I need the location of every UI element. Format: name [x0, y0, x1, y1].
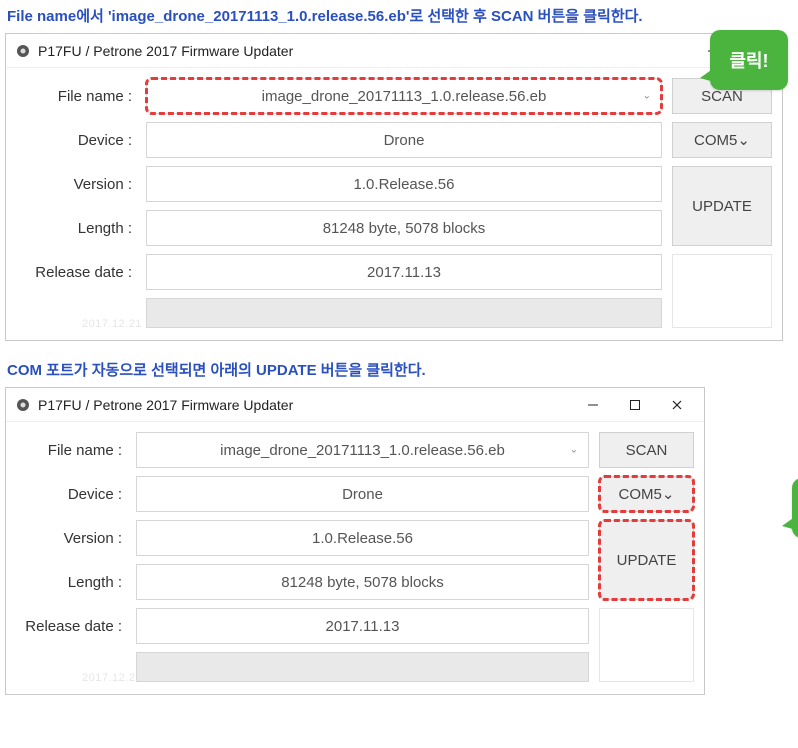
label-release-date: Release date : [16, 608, 126, 644]
instruction-text-2: COM 포트가 자동으로 선택되면 아래의 UPDATE 버튼을 클릭한다. [7, 359, 793, 380]
window-title: P17FU / Petrone 2017 Firmware Updater [38, 43, 692, 59]
label-version: Version : [16, 166, 136, 202]
firmware-updater-window-2: P17FU / Petrone 2017 Firmware Updater Fi… [5, 387, 705, 695]
row-release-progress: Release date : 2017.11.13 [16, 254, 772, 328]
click-callout: 클릭! [792, 478, 798, 538]
instruction-text-1: File name에서 'image_drone_20171113_1.0.re… [7, 5, 793, 26]
progress-bar [136, 652, 589, 682]
window-title: P17FU / Petrone 2017 Firmware Updater [38, 397, 572, 413]
device-value: Drone [342, 486, 383, 503]
row-version-length: Version : Length : 1.0.Release.56 81248 … [16, 520, 694, 600]
firmware-updater-window-1: P17FU / Petrone 2017 Firmware Updater Fi… [5, 33, 783, 341]
row-version-length: Version : Length : 1.0.Release.56 81248 … [16, 166, 772, 246]
device-field: Drone [136, 476, 589, 512]
chevron-down-icon: ⌄ [643, 91, 651, 102]
scan-button[interactable]: SCAN [599, 432, 694, 468]
release-date-value: 2017.11.13 [326, 618, 400, 635]
label-device: Device : [16, 486, 126, 503]
side-blank-panel [599, 608, 694, 682]
build-date-watermark: 2017.12.21 [82, 672, 142, 684]
label-release-date: Release date : [16, 254, 136, 290]
close-icon [671, 399, 683, 411]
window-controls [572, 391, 698, 419]
build-date-watermark: 2017.12.21 [82, 318, 142, 330]
device-value: Drone [384, 132, 425, 149]
release-date-value: 2017.11.13 [367, 264, 441, 281]
version-field: 1.0.Release.56 [136, 520, 589, 556]
label-version: Version : [16, 520, 126, 556]
titlebar: P17FU / Petrone 2017 Firmware Updater [6, 34, 782, 68]
chevron-down-icon: ⌄ [662, 485, 675, 503]
com-port-dropdown[interactable]: COM5 ⌄ [599, 476, 694, 512]
file-name-value: image_drone_20171113_1.0.release.56.eb [220, 442, 505, 459]
version-field: 1.0.Release.56 [146, 166, 662, 202]
row-file-name: File name : image_drone_20171113_1.0.rel… [16, 78, 772, 114]
file-name-value: image_drone_20171113_1.0.release.56.eb [262, 88, 547, 105]
titlebar: P17FU / Petrone 2017 Firmware Updater [6, 388, 704, 422]
progress-bar [146, 298, 662, 328]
row-device: Device : Drone COM5 ⌄ [16, 122, 772, 158]
maximize-button[interactable] [614, 391, 656, 419]
file-name-dropdown[interactable]: image_drone_20171113_1.0.release.56.eb ⌄ [146, 78, 662, 114]
app-icon [14, 396, 32, 414]
length-field: 81248 byte, 5078 blocks [136, 564, 589, 600]
click-callout: 클릭! [710, 30, 788, 90]
label-device: Device : [16, 132, 136, 149]
side-blank-panel [672, 254, 772, 328]
version-value: 1.0.Release.56 [354, 176, 455, 193]
length-value: 81248 byte, 5078 blocks [281, 574, 444, 591]
chevron-down-icon: ⌄ [737, 131, 750, 149]
row-release-progress: Release date : 2017.11.13 [16, 608, 694, 682]
label-length: Length : [16, 210, 136, 246]
label-file-name: File name : [16, 442, 126, 459]
com-port-dropdown[interactable]: COM5 ⌄ [672, 122, 772, 158]
row-device: Device : Drone COM5 ⌄ [16, 476, 694, 512]
label-file-name: File name : [16, 88, 136, 105]
minimize-icon [587, 399, 599, 411]
row-file-name: File name : image_drone_20171113_1.0.rel… [16, 432, 694, 468]
length-value: 81248 byte, 5078 blocks [323, 220, 486, 237]
label-length: Length : [16, 564, 126, 600]
window-body: File name : image_drone_20171113_1.0.rel… [6, 68, 782, 340]
release-date-field: 2017.11.13 [136, 608, 589, 644]
version-value: 1.0.Release.56 [312, 530, 413, 547]
app-icon [14, 42, 32, 60]
maximize-icon [629, 399, 641, 411]
length-field: 81248 byte, 5078 blocks [146, 210, 662, 246]
com-port-value: COM5 [694, 132, 737, 149]
update-button[interactable]: UPDATE [672, 166, 772, 246]
window-body: File name : image_drone_20171113_1.0.rel… [6, 422, 704, 694]
chevron-down-icon: ⌄ [570, 445, 578, 456]
close-button[interactable] [656, 391, 698, 419]
release-date-field: 2017.11.13 [146, 254, 662, 290]
file-name-dropdown[interactable]: image_drone_20171113_1.0.release.56.eb ⌄ [136, 432, 589, 468]
update-button[interactable]: UPDATE [599, 520, 694, 600]
device-field: Drone [146, 122, 662, 158]
minimize-button[interactable] [572, 391, 614, 419]
com-port-value: COM5 [619, 486, 662, 503]
